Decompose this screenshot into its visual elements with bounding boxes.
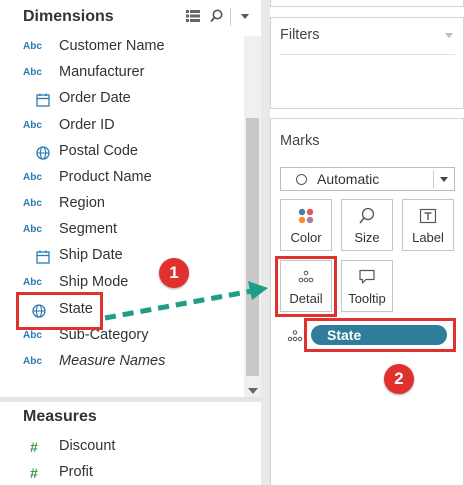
scrollbar-thumb[interactable] <box>246 118 259 376</box>
step-2-badge: 2 <box>384 364 414 394</box>
string-type-icon: Abc <box>23 198 42 209</box>
pane-gap <box>261 0 270 485</box>
color-button[interactable]: Color <box>280 199 332 251</box>
field-label: Order ID <box>59 117 115 133</box>
string-type-icon: Abc <box>23 67 42 78</box>
field-label: Product Name <box>59 169 152 185</box>
calendar-icon <box>36 93 50 107</box>
field-product-name[interactable]: Abc Product Name <box>0 165 244 191</box>
calendar-icon <box>36 250 50 264</box>
string-type-icon: Abc <box>23 172 42 183</box>
data-pane: Dimensions Abc Customer Name Abc Manufac… <box>0 0 261 485</box>
dimensions-menu-icon[interactable] <box>241 14 249 19</box>
globe-icon <box>36 146 50 160</box>
tooltip-speech-icon <box>359 269 375 284</box>
tooltip-button[interactable]: Tooltip <box>341 260 393 312</box>
field-label: Customer Name <box>59 38 165 54</box>
detail-button-highlight <box>275 256 337 317</box>
string-type-icon: Abc <box>23 120 42 131</box>
string-type-icon: Abc <box>23 41 42 52</box>
pane-divider <box>0 397 261 402</box>
view-list-icon[interactable] <box>186 10 200 22</box>
field-label: Order Date <box>59 90 131 106</box>
field-label: Profit <box>59 464 93 480</box>
field-label: Ship Date <box>59 247 123 263</box>
dropdown-divider <box>433 170 434 188</box>
number-type-icon: # <box>30 465 38 481</box>
dimensions-header: Dimensions <box>0 0 261 36</box>
size-label: Size <box>354 230 380 245</box>
step-1-badge: 1 <box>159 258 189 288</box>
tooltip-label: Tooltip <box>348 291 386 306</box>
field-label: Segment <box>59 221 118 237</box>
mark-type-dropdown[interactable]: Automatic <box>280 167 455 191</box>
filters-title: Filters <box>280 27 320 43</box>
filters-card[interactable]: Filters <box>270 17 464 109</box>
field-label: Discount <box>59 438 116 454</box>
search-icon[interactable] <box>210 9 223 23</box>
header-divider <box>230 8 231 26</box>
field-measure-names[interactable]: Abc Measure Names <box>0 349 244 375</box>
field-discount[interactable]: # Discount <box>0 434 244 460</box>
circle-mark-icon <box>296 174 307 185</box>
size-button[interactable]: Size <box>341 199 393 251</box>
field-region[interactable]: Abc Region <box>0 191 244 217</box>
field-label: Measure Names <box>59 353 166 369</box>
field-label: Manufacturer <box>59 64 145 80</box>
field-profit[interactable]: # Profit <box>0 460 244 485</box>
label-button[interactable]: Label <box>402 199 454 251</box>
color-label: Color <box>290 230 322 245</box>
field-ship-date[interactable]: Ship Date <box>0 243 244 269</box>
field-label: Region <box>59 195 105 211</box>
field-order-id[interactable]: Abc Order ID <box>0 113 244 139</box>
field-segment[interactable]: Abc Segment <box>0 217 244 243</box>
pages-card <box>270 0 464 7</box>
field-label: Postal Code <box>59 143 138 159</box>
string-type-icon: Abc <box>23 224 42 235</box>
field-postal-code[interactable]: Postal Code <box>0 139 244 165</box>
size-icon <box>359 207 375 224</box>
scroll-down-arrow-icon[interactable] <box>248 388 258 394</box>
text-label-icon <box>419 208 437 224</box>
state-field-highlight <box>16 292 103 330</box>
filters-menu-icon[interactable] <box>445 33 453 38</box>
string-type-icon: Abc <box>23 330 42 341</box>
number-type-icon: # <box>30 439 38 455</box>
marks-title: Marks <box>280 133 320 149</box>
field-order-date[interactable]: Order Date <box>0 86 244 112</box>
state-pill-highlight <box>304 318 456 352</box>
chevron-down-icon[interactable] <box>440 177 448 182</box>
measures-title: Measures <box>23 408 97 425</box>
detail-dots-icon <box>287 330 303 342</box>
label-label: Label <box>412 230 444 245</box>
mark-type-value: Automatic <box>317 171 380 187</box>
color-palette-icon <box>298 208 314 224</box>
filters-drop-area <box>279 54 455 55</box>
field-customer-name[interactable]: Abc Customer Name <box>0 34 244 60</box>
field-label: Ship Mode <box>59 274 129 290</box>
dimensions-title: Dimensions <box>23 8 114 25</box>
string-type-icon: Abc <box>23 277 42 288</box>
string-type-icon: Abc <box>23 356 42 367</box>
field-manufacturer[interactable]: Abc Manufacturer <box>0 60 244 86</box>
